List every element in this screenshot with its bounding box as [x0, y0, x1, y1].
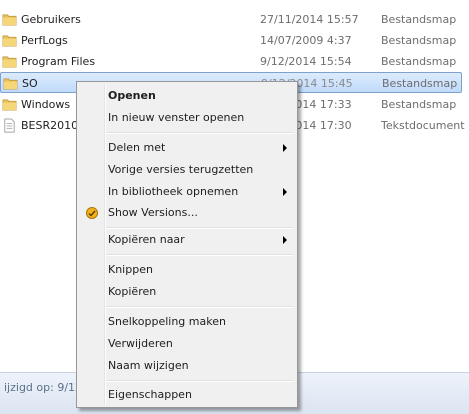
- menu-separator: [106, 132, 293, 134]
- file-name: Windows: [21, 98, 71, 111]
- menu-item-include-in-library[interactable]: In bibliotheek opnemen: [79, 181, 295, 203]
- file-type: Bestandsmap: [381, 34, 457, 47]
- menu-item-label: In bibliotheek opnemen: [108, 185, 239, 198]
- file-type: Bestandsmap: [381, 98, 457, 111]
- file-name: Program Files: [21, 55, 96, 68]
- menu-item-label: Vorige versies terugzetten: [108, 163, 254, 176]
- folder-icon: [2, 14, 17, 26]
- file-row-program-files[interactable]: Program Files 9/12/2014 15:54 Bestandsma…: [0, 51, 469, 72]
- menu-item-label: Kopiëren: [108, 285, 157, 298]
- menu-item-properties[interactable]: Eigenschappen: [79, 384, 295, 406]
- menu-item-label: Show Versions...: [108, 206, 198, 219]
- versions-icon: [86, 207, 98, 219]
- menu-separator: [106, 254, 293, 256]
- menu-item-show-versions[interactable]: Show Versions...: [79, 202, 295, 224]
- submenu-arrow-icon: [283, 144, 287, 152]
- menu-item-label: Snelkoppeling maken: [108, 315, 226, 328]
- folder-icon: [2, 99, 17, 111]
- menu-item-rename[interactable]: Naam wijzigen: [79, 355, 295, 377]
- menu-item-cut[interactable]: Knippen: [79, 259, 295, 281]
- folder-icon: [2, 35, 17, 47]
- folder-icon: [3, 78, 18, 90]
- menu-item-open[interactable]: Openen: [79, 85, 295, 107]
- submenu-arrow-icon: [283, 188, 287, 196]
- file-date: 27/11/2014 15:57: [260, 13, 359, 26]
- file-type: Bestandsmap: [382, 77, 458, 90]
- menu-separator: [106, 306, 293, 308]
- menu-item-label: Delen met: [108, 141, 166, 154]
- menu-item-label: Kopiëren naar: [108, 233, 185, 246]
- context-menu: Openen In nieuw venster openen Delen met…: [76, 81, 298, 408]
- text-file-icon: [4, 118, 15, 133]
- file-type: Bestandsmap: [381, 13, 457, 26]
- file-name: SO: [22, 77, 38, 90]
- menu-separator: [106, 380, 293, 382]
- menu-item-create-shortcut[interactable]: Snelkoppeling maken: [79, 311, 295, 333]
- menu-item-label: Openen: [108, 89, 156, 102]
- menu-item-delete[interactable]: Verwijderen: [79, 333, 295, 355]
- file-name: Gebruikers: [21, 13, 81, 26]
- file-name: BESR2010: [21, 119, 79, 132]
- file-type: Tekstdocument: [381, 119, 465, 132]
- menu-item-open-new-window[interactable]: In nieuw venster openen: [79, 107, 295, 129]
- file-row-perflogs[interactable]: PerfLogs 14/07/2009 4:37 Bestandsmap: [0, 30, 469, 51]
- menu-item-restore-previous-versions[interactable]: Vorige versies terugzetten: [79, 159, 295, 181]
- file-row-gebruikers[interactable]: Gebruikers 27/11/2014 15:57 Bestandsmap: [0, 9, 469, 30]
- submenu-arrow-icon: [283, 236, 287, 244]
- menu-item-label: Knippen: [108, 263, 153, 276]
- menu-item-label: Verwijderen: [108, 337, 173, 350]
- menu-item-label: Eigenschappen: [108, 388, 192, 401]
- menu-item-share-with[interactable]: Delen met: [79, 137, 295, 159]
- details-modified-text: ijzigd op: 9/12: [4, 381, 83, 394]
- file-name: PerfLogs: [21, 34, 68, 47]
- file-date: 9/12/2014 15:54: [260, 55, 352, 68]
- file-type: Bestandsmap: [381, 55, 457, 68]
- folder-icon: [2, 56, 17, 68]
- menu-item-label: Naam wijzigen: [108, 359, 189, 372]
- menu-item-copy-to[interactable]: Kopiëren naar: [79, 229, 295, 251]
- menu-item-copy[interactable]: Kopiëren: [79, 281, 295, 303]
- menu-item-label: In nieuw venster openen: [108, 111, 245, 124]
- file-date: 14/07/2009 4:37: [260, 34, 352, 47]
